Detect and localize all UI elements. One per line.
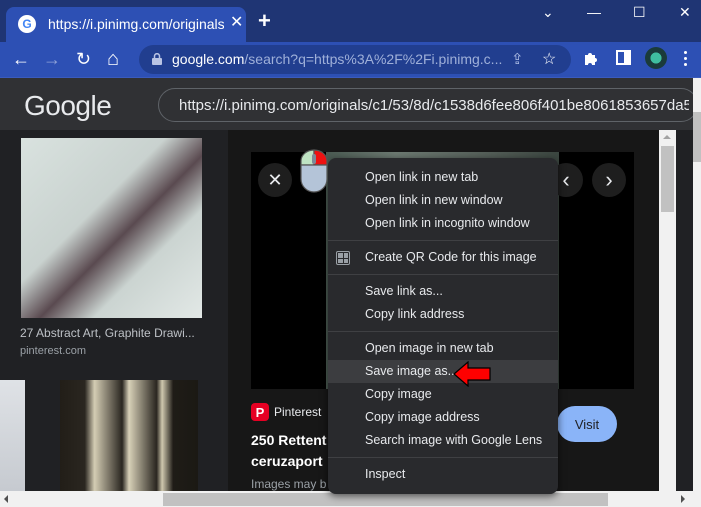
menu-item-open-image-new-tab[interactable]: Open image in new tab	[328, 337, 558, 360]
search-header: Google	[0, 78, 701, 130]
menu-separator	[328, 457, 558, 458]
chrome-menu-icon[interactable]	[684, 51, 688, 69]
window-close-button[interactable]: ✕	[679, 4, 691, 21]
context-menu: Open link in new tab Open link in new wi…	[328, 158, 558, 494]
copyright-note: Images may b	[251, 477, 327, 491]
new-tab-button[interactable]: +	[258, 10, 271, 32]
minimize-button[interactable]: —	[587, 4, 601, 20]
address-host: google.com	[172, 51, 245, 67]
image-results-grid: 27 Abstract Art, Graphite Drawi... pinte…	[0, 130, 228, 491]
google-favicon-icon: G	[18, 15, 36, 33]
right-click-mouse-icon	[300, 149, 328, 193]
scrollbar-thumb[interactable]	[693, 112, 701, 162]
scrollbar-thumb[interactable]	[163, 493, 608, 506]
result-title[interactable]: 27 Abstract Art, Graphite Drawi...	[20, 326, 195, 340]
google-logo[interactable]: Google	[24, 90, 112, 122]
preview-title-line1: 250 Rettent	[251, 432, 327, 448]
menu-item-save-image-as[interactable]: Save image as...	[328, 360, 558, 383]
home-button[interactable]: ⌂	[107, 48, 119, 70]
browser-window: G https://i.pinimg.com/originals/c1/53/8…	[0, 0, 701, 507]
menu-separator	[328, 240, 558, 241]
pinterest-logo-icon: P	[251, 403, 269, 421]
visit-button[interactable]: Visit	[557, 406, 617, 442]
address-url: google.com/search?q=https%3A%2F%2Fi.pini…	[172, 51, 502, 67]
browser-tab[interactable]: G https://i.pinimg.com/originals/c1/53/8…	[6, 7, 246, 42]
menu-item-open-link-incognito[interactable]: Open link in incognito window	[328, 212, 558, 235]
page-gutter	[676, 130, 693, 491]
search-box[interactable]	[158, 88, 698, 122]
menu-item-create-qr-code[interactable]: Create QR Code for this image	[328, 246, 558, 269]
page-vertical-scrollbar[interactable]	[693, 78, 701, 507]
result-thumbnail[interactable]	[21, 138, 202, 318]
menu-item-open-link-new-window[interactable]: Open link in new window	[328, 189, 558, 212]
back-button[interactable]: ←	[12, 48, 30, 70]
address-path: /search?q=https%3A%2F%2Fi.pinimg.c...	[244, 51, 503, 67]
menu-separator	[328, 331, 558, 332]
menu-separator	[328, 274, 558, 275]
preview-title-line2: ceruzaport	[251, 453, 323, 469]
preview-title[interactable]: 250 Rettent ceruzaport	[251, 430, 326, 472]
menu-item-copy-link-address[interactable]: Copy link address	[328, 303, 558, 326]
maximize-button[interactable]: ☐	[633, 4, 646, 21]
side-panel-icon[interactable]	[616, 50, 631, 65]
bookmark-star-icon[interactable]: ☆	[542, 49, 556, 69]
close-preview-button[interactable]: ✕	[258, 163, 292, 197]
browser-toolbar: ← → ↻ ⌂ google.com/search?q=https%3A%2F%…	[0, 42, 701, 78]
scrollbar-thumb[interactable]	[661, 146, 674, 212]
reload-button[interactable]: ↻	[76, 48, 91, 70]
menu-item-save-link-as[interactable]: Save link as...	[328, 280, 558, 303]
scroll-up-arrow-icon[interactable]	[663, 135, 671, 139]
forward-button[interactable]: →	[43, 48, 61, 70]
scroll-right-arrow-icon[interactable]	[681, 495, 685, 503]
address-bar[interactable]: google.com/search?q=https%3A%2F%2Fi.pini…	[139, 45, 571, 74]
lock-icon	[152, 53, 162, 65]
tab-close-icon[interactable]: ✕	[230, 14, 243, 32]
menu-item-search-google-lens[interactable]: Search image with Google Lens	[328, 429, 558, 452]
menu-item-inspect[interactable]: Inspect	[328, 463, 558, 486]
tab-title: https://i.pinimg.com/originals/c1/53/8d/…	[48, 16, 224, 32]
scroll-left-arrow-icon[interactable]	[4, 495, 8, 503]
qr-code-icon	[336, 251, 350, 265]
menu-item-label: Create QR Code for this image	[365, 250, 537, 264]
extensions-puzzle-icon[interactable]	[583, 50, 599, 66]
source-site-name: Pinterest	[274, 405, 322, 419]
menu-item-open-link-new-tab[interactable]: Open link in new tab	[328, 166, 558, 189]
menu-item-copy-image[interactable]: Copy image	[328, 383, 558, 406]
search-input[interactable]	[179, 95, 689, 115]
share-icon[interactable]: ⇪	[511, 50, 524, 68]
result-source: pinterest.com	[20, 345, 87, 357]
profile-avatar[interactable]	[645, 47, 667, 69]
red-pointer-arrow-icon	[453, 361, 491, 387]
title-bar: G https://i.pinimg.com/originals/c1/53/8…	[0, 0, 701, 42]
result-thumbnail[interactable]	[60, 380, 198, 491]
menu-item-copy-image-address[interactable]: Copy image address	[328, 406, 558, 429]
next-image-button[interactable]: ›	[592, 163, 626, 197]
preview-scrollbar[interactable]	[659, 130, 676, 491]
result-thumbnail[interactable]	[0, 380, 25, 491]
tab-search-dropdown-icon[interactable]: ⌄	[542, 4, 554, 21]
